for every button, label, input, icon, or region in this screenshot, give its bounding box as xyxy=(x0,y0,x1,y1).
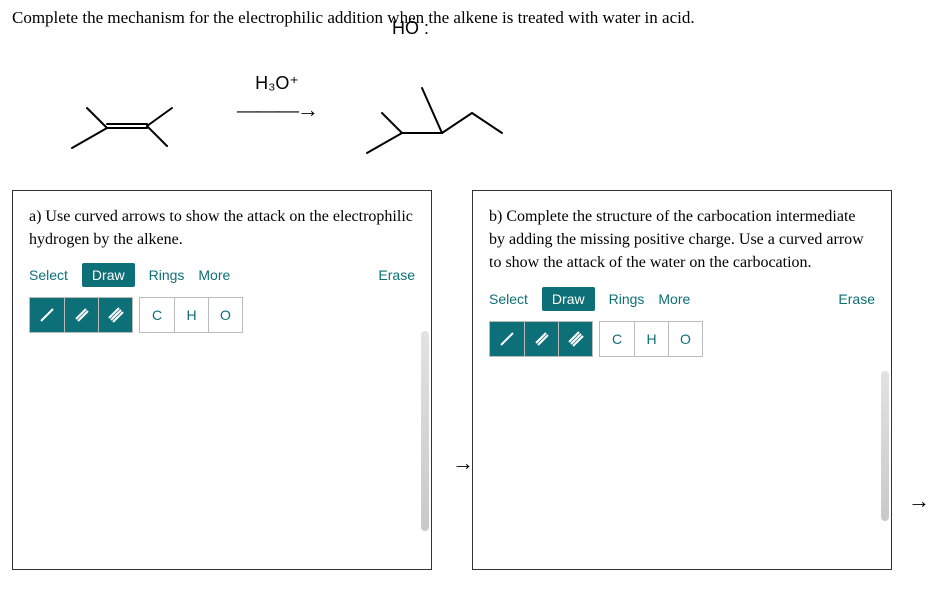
question-text: Complete the mechanism for the electroph… xyxy=(12,8,916,28)
single-bond-icon xyxy=(38,306,56,324)
reaction-scheme: H₃O⁺ ———→ HÖ : xyxy=(52,40,916,180)
product-structure: HÖ : xyxy=(352,48,522,173)
triple-bond-tool[interactable] xyxy=(558,322,592,356)
erase-button[interactable]: Erase xyxy=(378,267,415,283)
bond-tool-group xyxy=(489,321,593,357)
reagent-label: H₃O⁺ xyxy=(222,73,332,94)
reaction-arrow: H₃O⁺ ———→ xyxy=(222,97,332,123)
tab-draw[interactable]: Draw xyxy=(542,287,595,311)
scrollbar[interactable] xyxy=(881,371,889,521)
triple-bond-icon xyxy=(107,306,125,324)
panel-a-prompt: a) Use curved arrows to show the attack … xyxy=(29,205,415,251)
panel-a-toolrow: C H O xyxy=(29,297,415,333)
scrollbar[interactable] xyxy=(421,331,429,531)
arrow-shaft: ———→ xyxy=(222,97,332,123)
tab-more[interactable]: More xyxy=(658,291,690,307)
panel-b: b) Complete the structure of the carboca… xyxy=(472,190,892,570)
reactant-alkene xyxy=(52,53,202,168)
panel-a-tabs-row: Select Draw Rings More Erase xyxy=(29,263,415,287)
atom-o-tool[interactable]: O xyxy=(208,298,242,332)
next-step-arrow: → xyxy=(908,488,928,514)
between-panels-arrow: → xyxy=(452,450,474,476)
tab-draw[interactable]: Draw xyxy=(82,263,135,287)
double-bond-icon xyxy=(73,306,91,324)
atom-tool-group: C H O xyxy=(599,321,703,357)
tab-rings[interactable]: Rings xyxy=(609,291,645,307)
double-bond-tool[interactable] xyxy=(64,298,98,332)
atom-c-tool[interactable]: C xyxy=(600,322,634,356)
erase-button[interactable]: Erase xyxy=(838,291,875,307)
double-bond-icon xyxy=(533,330,551,348)
single-bond-tool[interactable] xyxy=(490,322,524,356)
product-oh-label: HÖ : xyxy=(392,18,429,39)
atom-tool-group: C H O xyxy=(139,297,243,333)
tab-rings[interactable]: Rings xyxy=(149,267,185,283)
panel-b-tabs-row: Select Draw Rings More Erase xyxy=(489,287,875,311)
triple-bond-icon xyxy=(567,330,585,348)
triple-bond-tool[interactable] xyxy=(98,298,132,332)
atom-c-tool[interactable]: C xyxy=(140,298,174,332)
bond-tool-group xyxy=(29,297,133,333)
double-bond-tool[interactable] xyxy=(524,322,558,356)
tab-select[interactable]: Select xyxy=(489,291,528,307)
panel-b-prompt: b) Complete the structure of the carboca… xyxy=(489,205,875,275)
single-bond-tool[interactable] xyxy=(30,298,64,332)
tab-more[interactable]: More xyxy=(198,267,230,283)
atom-h-tool[interactable]: H xyxy=(174,298,208,332)
panel-b-toolrow: C H O xyxy=(489,321,875,357)
single-bond-icon xyxy=(498,330,516,348)
tab-select[interactable]: Select xyxy=(29,267,68,283)
atom-o-tool[interactable]: O xyxy=(668,322,702,356)
panel-a: a) Use curved arrows to show the attack … xyxy=(12,190,432,570)
atom-h-tool[interactable]: H xyxy=(634,322,668,356)
panels-row: a) Use curved arrows to show the attack … xyxy=(12,190,916,570)
